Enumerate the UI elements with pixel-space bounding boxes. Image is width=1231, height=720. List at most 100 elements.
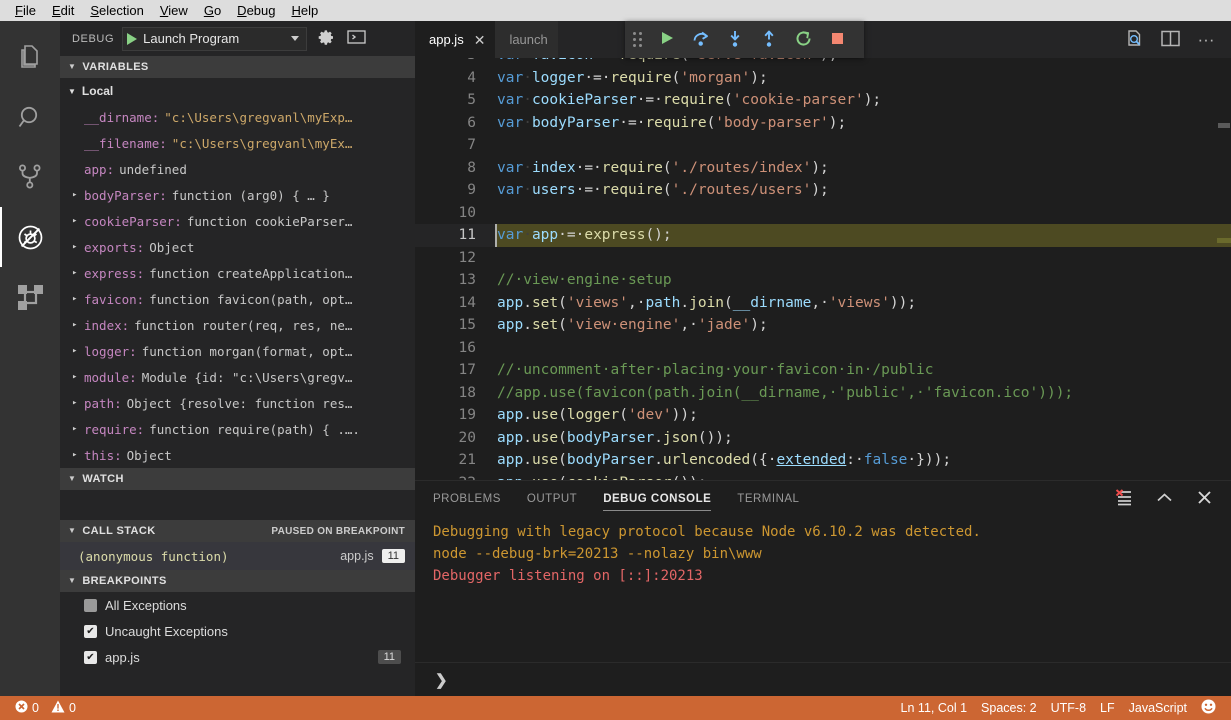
code-line[interactable]: 4 var·logger·=·require('morgan'); (415, 67, 1231, 90)
section-header-watch[interactable]: ▼ WATCH (60, 468, 415, 490)
debug-restart-button[interactable] (788, 25, 818, 55)
code-line[interactable]: 22 app.use(cookieParser()); (415, 472, 1231, 481)
status-language-mode[interactable]: JavaScript (1122, 696, 1194, 720)
status-feedback-button[interactable] (1194, 696, 1223, 720)
code-line[interactable]: 8 var·index·=·require('./routes/index'); (415, 157, 1231, 180)
variable-row[interactable]: ▸ module: Module {id: "c:\Users\gregv… (60, 364, 415, 390)
code-line[interactable]: 3 var·favicon·=·require('serve-favicon')… (415, 58, 1231, 67)
status-cursor-position[interactable]: Ln 11, Col 1 (894, 696, 974, 720)
activity-item-search[interactable] (0, 87, 60, 147)
variables-scope-local[interactable]: ▼ Local (60, 78, 415, 104)
expand-arrow-icon[interactable]: ▸ (72, 450, 84, 460)
checkbox-checked-icon[interactable]: ✔ (84, 651, 97, 664)
clear-console-button[interactable] (1113, 488, 1135, 510)
variable-row[interactable]: __dirname: "c:\Users\gregvanl\myExp… (60, 104, 415, 130)
expand-arrow-icon[interactable]: ▸ (72, 398, 84, 408)
code-editor[interactable]: 3 var·favicon·=·require('serve-favicon')… (415, 58, 1231, 480)
debug-settings-button[interactable] (315, 28, 337, 50)
debug-console-input[interactable]: ❯ (415, 662, 1231, 696)
play-icon[interactable] (127, 33, 137, 45)
code-line[interactable]: 12 (415, 247, 1231, 270)
variable-row[interactable]: ▸ exports: Object (60, 234, 415, 260)
chevron-down-icon[interactable] (291, 36, 299, 41)
code-line[interactable]: 16 (415, 337, 1231, 360)
code-line[interactable]: 19 app.use(logger('dev')); (415, 404, 1231, 427)
code-line[interactable]: 6 var·bodyParser·=·require('body-parser'… (415, 112, 1231, 135)
variable-row[interactable]: ▸ path: Object {resolve: function res… (60, 390, 415, 416)
code-line[interactable]: 18 //app.use(favicon(path.join(__dirname… (415, 382, 1231, 405)
call-stack-row[interactable]: (anonymous function) app.js 11 (60, 542, 415, 570)
panel-tab-problems[interactable]: PROBLEMS (433, 481, 501, 517)
checkbox-checked-icon[interactable]: ✔ (84, 625, 97, 638)
code-line[interactable]: 5 var·cookieParser·=·require('cookie-par… (415, 89, 1231, 112)
section-header-variables[interactable]: ▼ VARIABLES (60, 56, 415, 78)
panel-tab-output[interactable]: OUTPUT (527, 481, 577, 517)
scrollbar-thumb[interactable] (1218, 123, 1230, 128)
expand-arrow-icon[interactable]: ▸ (72, 424, 84, 434)
status-problems[interactable]: 0 0 (8, 696, 83, 720)
debug-step-into-button[interactable] (720, 25, 750, 55)
code-line-current[interactable]: 11 var·app·=·express(); (415, 224, 1231, 247)
expand-arrow-icon[interactable]: ▸ (72, 242, 84, 252)
section-header-breakpoints[interactable]: ▼ BREAKPOINTS (60, 570, 415, 592)
editor-vertical-scrollbar[interactable] (1217, 58, 1231, 480)
variable-row[interactable]: __filename: "c:\Users\gregvanl\myEx… (60, 130, 415, 156)
section-header-call-stack[interactable]: ▼ CALL STACK PAUSED ON BREAKPOINT (60, 520, 415, 542)
open-debug-console-button[interactable] (345, 28, 367, 50)
breakpoint-row-all-exceptions[interactable]: All Exceptions (60, 592, 415, 618)
variable-row[interactable]: ▸ favicon: function favicon(path, opt… (60, 286, 415, 312)
debug-step-out-button[interactable] (754, 25, 784, 55)
code-line[interactable]: 13 //·view·engine·setup (415, 269, 1231, 292)
activity-item-debug[interactable] (0, 207, 60, 267)
expand-arrow-icon[interactable]: ▸ (72, 294, 84, 304)
menu-item-help[interactable]: Help (283, 0, 326, 21)
close-panel-button[interactable] (1193, 488, 1215, 510)
more-actions-button[interactable]: ··· (1195, 29, 1217, 51)
menu-item-debug[interactable]: Debug (229, 0, 283, 21)
debug-step-over-button[interactable] (686, 25, 716, 55)
debug-console-output[interactable]: Debugging with legacy protocol because N… (415, 517, 1231, 662)
editor-tab-launch[interactable]: launch (495, 21, 557, 58)
menu-item-view[interactable]: View (152, 0, 196, 21)
panel-tab-terminal[interactable]: TERMINAL (737, 481, 799, 517)
code-line[interactable]: 14 app.set('views',·path.join(__dirname,… (415, 292, 1231, 315)
expand-arrow-icon[interactable]: ▸ (72, 346, 84, 356)
menu-item-go[interactable]: Go (196, 0, 229, 21)
breakpoint-row-uncaught-exceptions[interactable]: ✔ Uncaught Exceptions (60, 618, 415, 644)
debug-stop-button[interactable] (822, 25, 852, 55)
variable-row[interactable]: ▸ logger: function morgan(format, opt… (60, 338, 415, 364)
variable-row[interactable]: ▸ this: Object (60, 442, 415, 468)
debug-floating-toolbar[interactable] (625, 21, 864, 58)
variable-row[interactable]: ▸ bodyParser: function (arg0) { … } (60, 182, 415, 208)
expand-arrow-icon[interactable]: ▸ (72, 372, 84, 382)
editor-tab-app-js[interactable]: app.js ✕ (415, 21, 495, 58)
variable-row[interactable]: ▸ index: function router(req, res, ne… (60, 312, 415, 338)
activity-item-explorer[interactable] (0, 27, 60, 87)
code-line[interactable]: 9 var·users·=·require('./routes/users'); (415, 179, 1231, 202)
status-indentation[interactable]: Spaces: 2 (974, 696, 1044, 720)
maximize-panel-button[interactable] (1153, 488, 1175, 510)
split-editor-button[interactable] (1159, 29, 1181, 51)
menu-item-selection[interactable]: Selection (82, 0, 151, 21)
expand-arrow-icon[interactable]: ▸ (72, 216, 84, 226)
panel-tab-debug-console[interactable]: DEBUG CONSOLE (603, 481, 711, 517)
code-line[interactable]: 10 (415, 202, 1231, 225)
code-line[interactable]: 20 app.use(bodyParser.json()); (415, 427, 1231, 450)
variable-row[interactable]: ▸ require: function require(path) { .…. (60, 416, 415, 442)
drag-handle-icon[interactable] (633, 32, 642, 47)
status-eol[interactable]: LF (1093, 696, 1122, 720)
open-preview-button[interactable] (1123, 29, 1145, 51)
breakpoint-row-app-js[interactable]: ✔ app.js 11 (60, 644, 415, 670)
variable-row[interactable]: app: undefined (60, 156, 415, 182)
variable-row[interactable]: ▸ cookieParser: function cookieParser… (60, 208, 415, 234)
checkbox-unchecked-icon[interactable] (84, 599, 97, 612)
expand-arrow-icon[interactable]: ▸ (72, 190, 84, 200)
expand-arrow-icon[interactable]: ▸ (72, 268, 84, 278)
variable-row[interactable]: ▸ express: function createApplication… (60, 260, 415, 286)
debug-configuration-select[interactable]: Launch Program (122, 27, 307, 51)
debug-continue-button[interactable] (652, 25, 682, 55)
activity-item-source-control[interactable] (0, 147, 60, 207)
menu-item-file[interactable]: File (7, 0, 44, 21)
activity-item-extensions[interactable] (0, 267, 60, 327)
menu-item-edit[interactable]: Edit (44, 0, 82, 21)
